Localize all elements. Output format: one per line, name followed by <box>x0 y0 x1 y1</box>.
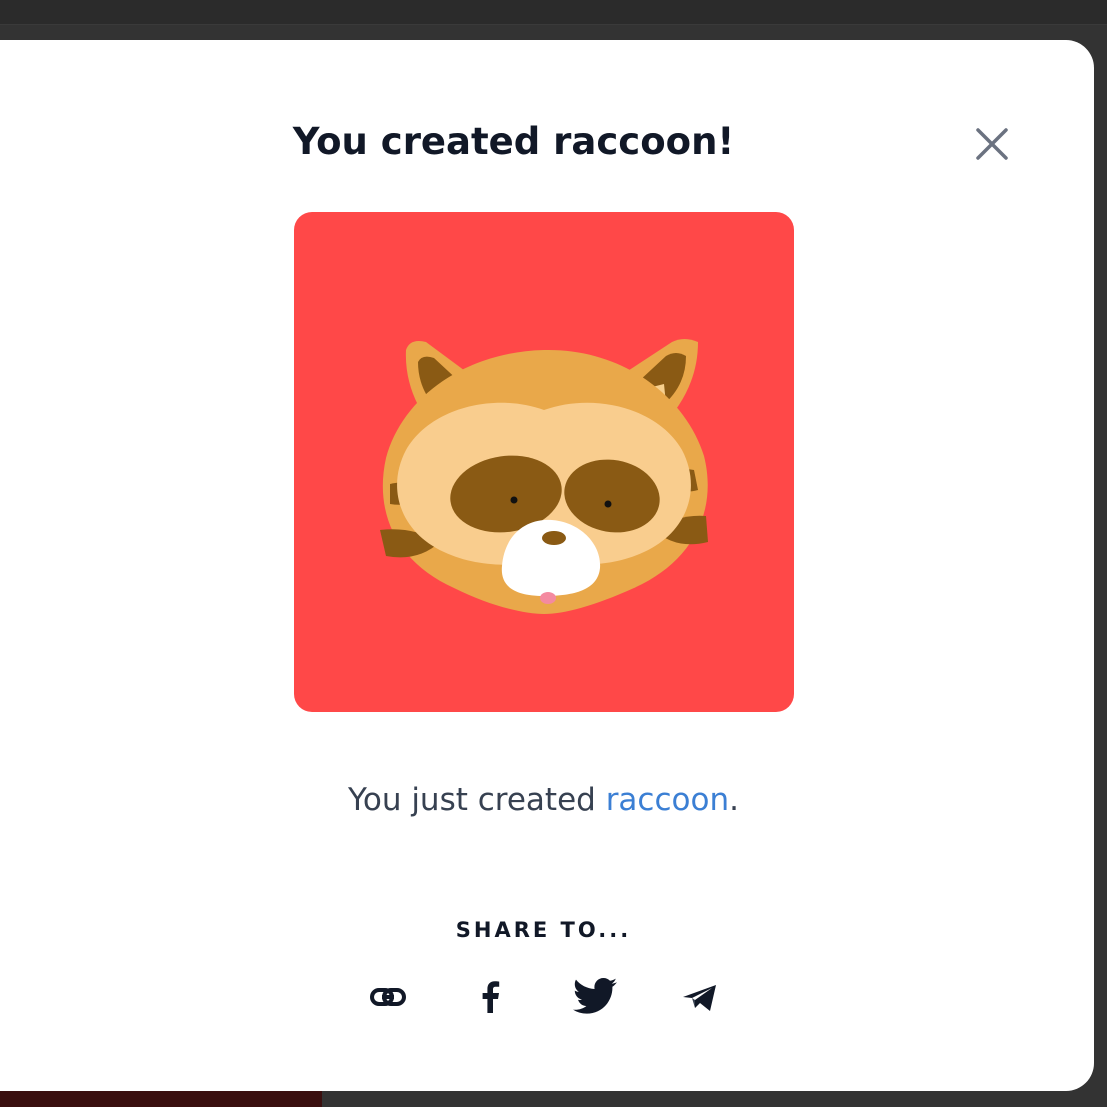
close-icon <box>976 128 1008 160</box>
result-message: You just created raccoon. <box>0 776 1087 824</box>
modal-title: You created raccoon! <box>292 120 735 163</box>
copy-link-button[interactable] <box>361 970 415 1024</box>
created-animal-image <box>294 212 794 712</box>
link-icon <box>370 988 406 1006</box>
animal-link[interactable]: raccoon <box>606 782 729 818</box>
share-label: SHARE TO... <box>455 918 632 942</box>
backdrop-panel <box>0 1090 322 1107</box>
twitter-share-button[interactable] <box>568 970 622 1024</box>
result-prefix: You just created <box>348 782 606 818</box>
close-button[interactable] <box>970 122 1014 166</box>
share-buttons <box>0 970 1107 1024</box>
result-suffix: . <box>729 782 739 818</box>
twitter-icon <box>573 978 617 1014</box>
telegram-icon <box>683 985 716 1011</box>
backdrop-topbar <box>0 0 1107 25</box>
raccoon-illustration <box>294 212 794 712</box>
facebook-icon <box>482 981 500 1013</box>
facebook-share-button[interactable] <box>464 970 518 1024</box>
telegram-share-button[interactable] <box>673 970 727 1024</box>
